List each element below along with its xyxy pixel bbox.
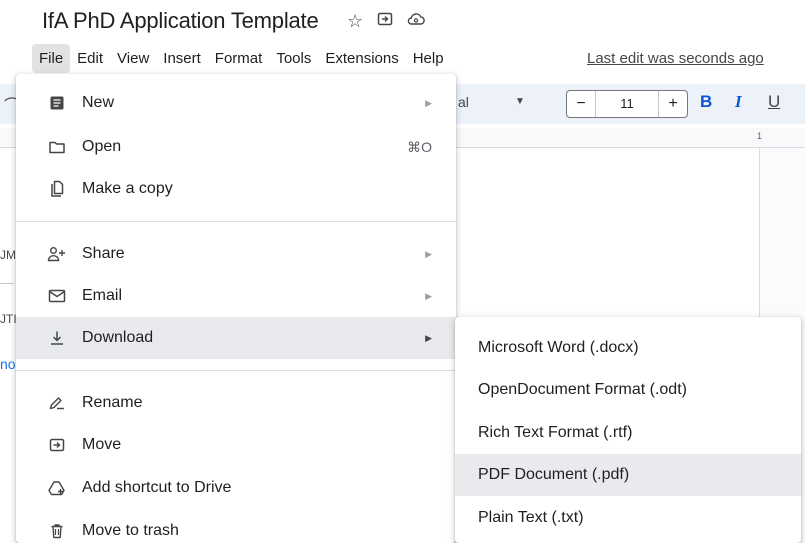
menu-divider (16, 370, 456, 371)
download-rtf[interactable]: Rich Text Format (.rtf) (455, 412, 801, 454)
increase-font-size-button[interactable]: + (659, 95, 687, 113)
menu-item-label: Add shortcut to Drive (82, 479, 232, 496)
doc-divider (0, 283, 14, 284)
ruler-mark: 1 (757, 131, 763, 141)
menu-edit[interactable]: Edit (70, 44, 110, 73)
submenu-arrow-icon: ▶ (425, 290, 432, 301)
title-actions: ☆ (347, 10, 425, 32)
menu-item-label: Move to trash (82, 522, 179, 539)
shortcut-label: ⌘O (407, 138, 432, 155)
menu-item-label: Rename (82, 394, 143, 411)
file-menu: New ▶ Open ⌘O Make a copy Share ▶ Email … (16, 74, 456, 543)
font-family-select[interactable]: al (458, 94, 469, 110)
menu-tools[interactable]: Tools (269, 44, 318, 73)
file-menu-rename[interactable]: Rename (16, 382, 456, 424)
menu-item-label: Microsoft Word (.docx) (478, 339, 639, 356)
menu-view[interactable]: View (110, 44, 156, 73)
rename-pencil-icon (46, 392, 68, 414)
menu-file[interactable]: File (32, 43, 71, 73)
menu-item-label: Plain Text (.txt) (478, 509, 584, 526)
last-edit-link[interactable]: Last edit was seconds ago (587, 50, 764, 67)
menu-item-label: Share (82, 245, 125, 262)
chevron-down-icon[interactable]: ▼ (515, 96, 525, 107)
copy-icon (46, 178, 68, 200)
menu-item-label: Move (82, 436, 122, 453)
download-pdf[interactable]: PDF Document (.pdf) (455, 454, 801, 496)
file-menu-email[interactable]: Email ▶ (16, 275, 456, 317)
underline-button[interactable]: U (768, 92, 780, 112)
menu-format[interactable]: Format (208, 44, 270, 73)
menu-item-label: Make a copy (82, 180, 173, 197)
download-icon (46, 327, 68, 349)
email-icon (46, 285, 68, 307)
file-menu-make-copy[interactable]: Make a copy (16, 168, 456, 210)
file-menu-open[interactable]: Open ⌘O (16, 126, 456, 168)
cloud-status-icon[interactable] (407, 10, 425, 32)
move-icon[interactable] (377, 10, 393, 32)
italic-button[interactable]: I (735, 92, 742, 112)
document-title[interactable]: IfA PhD Application Template (42, 8, 319, 34)
doc-link-fragment[interactable]: no (0, 356, 16, 372)
file-menu-move-to-trash[interactable]: Move to trash (16, 510, 456, 543)
doc-text-fragment: JTI (0, 312, 17, 326)
bold-button[interactable]: B (700, 92, 712, 112)
doc-text-fragment: JM (0, 248, 16, 262)
file-menu-add-shortcut[interactable]: Add shortcut to Drive (16, 467, 456, 509)
menu-insert[interactable]: Insert (156, 44, 208, 73)
menu-extensions[interactable]: Extensions (318, 44, 405, 73)
menu-divider (16, 221, 456, 222)
file-menu-new[interactable]: New ▶ (16, 82, 456, 124)
menu-item-label: PDF Document (.pdf) (478, 466, 630, 483)
menu-bar: File Edit View Insert Format Tools Exten… (32, 42, 451, 74)
folder-icon (46, 136, 68, 158)
menu-item-label: Email (82, 287, 123, 304)
download-txt[interactable]: Plain Text (.txt) (455, 497, 801, 539)
download-submenu: Microsoft Word (.docx) OpenDocument Form… (455, 317, 801, 543)
trash-icon (46, 520, 68, 542)
download-odt[interactable]: OpenDocument Format (.odt) (455, 369, 801, 411)
file-menu-download[interactable]: Download ▶ (16, 317, 456, 359)
menu-item-label: New (82, 94, 115, 111)
submenu-arrow-icon: ▶ (425, 248, 432, 259)
file-menu-share[interactable]: Share ▶ (16, 233, 456, 275)
menu-help[interactable]: Help (406, 44, 451, 73)
submenu-arrow-icon: ▶ (425, 332, 432, 343)
menu-item-label: Download (82, 329, 154, 346)
font-size-stepper: − 11 + (566, 90, 688, 118)
drive-shortcut-icon (46, 477, 68, 499)
share-person-icon (46, 243, 68, 265)
document-icon (46, 92, 68, 114)
star-icon[interactable]: ☆ (347, 10, 363, 32)
move-folder-icon (46, 434, 68, 456)
decrease-font-size-button[interactable]: − (567, 95, 595, 113)
font-size-input[interactable]: 11 (595, 91, 659, 117)
menu-item-label: Rich Text Format (.rtf) (478, 424, 633, 441)
download-docx[interactable]: Microsoft Word (.docx) (455, 327, 801, 369)
submenu-arrow-icon: ▶ (425, 97, 432, 108)
menu-item-label: OpenDocument Format (.odt) (478, 381, 687, 398)
file-menu-move[interactable]: Move (16, 424, 456, 466)
menu-item-label: Open (82, 138, 122, 155)
